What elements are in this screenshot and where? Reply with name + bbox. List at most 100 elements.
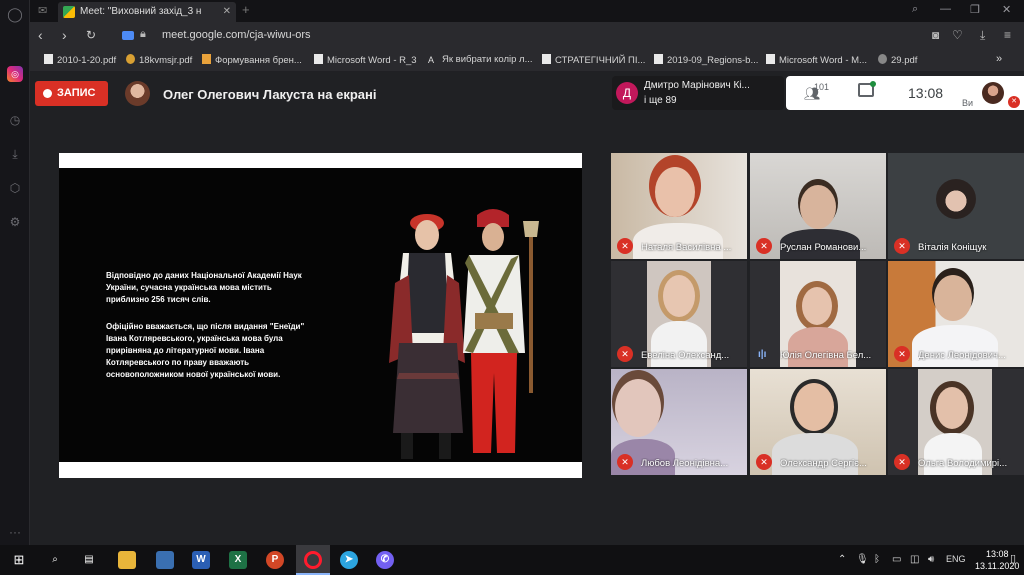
mic-off-icon: ✕	[617, 238, 633, 254]
microphone-icon[interactable]: 🎙︎	[856, 554, 869, 565]
bookmark-item[interactable]: 18kvmsjr.pdf	[126, 54, 192, 66]
folk-costume-photo	[389, 209, 539, 459]
tray-time[interactable]: 13:08	[986, 549, 1009, 559]
participant-tile[interactable]: ✕ Наталя Василівна ...	[611, 153, 747, 259]
download-arrow-icon[interactable]: ⤓	[980, 28, 985, 43]
snapshot-icon[interactable]: ◙	[932, 28, 939, 42]
search-icon[interactable]: ⌕	[46, 551, 64, 569]
pdf-file-icon	[654, 54, 663, 64]
tab-meet[interactable]: Meet: "Виховний захід_3 н ✕	[58, 2, 236, 22]
messenger-icon[interactable]: ✉	[38, 4, 47, 17]
participant-tile[interactable]: ✕ Олександр Сергіє...	[750, 369, 886, 475]
file-explorer-icon[interactable]	[118, 551, 136, 569]
participant-name: Денис Леонідович...	[918, 350, 1006, 361]
slide-paragraph: Офіційно вважається, що після видання "Е…	[106, 322, 305, 379]
shared-screen: Відповідно до даних Національної Академі…	[59, 153, 582, 478]
bookmark-item[interactable]: 2010-1-20.pdf	[44, 54, 116, 66]
chat-notification-dot	[870, 81, 876, 87]
mic-off-icon: ✕	[756, 238, 772, 254]
mic-off-icon: ✕	[617, 346, 633, 362]
opera-taskbar-button[interactable]	[296, 545, 330, 575]
search-tabs-icon[interactable]: ⌕	[912, 3, 918, 16]
pdf-file-icon	[44, 54, 53, 64]
more-icon[interactable]: ···	[7, 524, 23, 540]
participant-tile[interactable]: ı|ı Юлія Олегівна Бел...	[750, 261, 886, 367]
battery-icon[interactable]: ▭	[892, 554, 901, 565]
task-view-icon[interactable]: ▤	[80, 551, 98, 569]
settings-icon[interactable]: ⚙	[7, 214, 23, 230]
excel-icon[interactable]: X	[229, 551, 247, 569]
opera-sidebar: ◯ ◎ ◷ ⤓ ⬡ ⚙ ···	[0, 0, 30, 545]
close-window-button[interactable]: ✕	[1002, 3, 1011, 16]
self-avatar[interactable]	[982, 82, 1004, 104]
lock-icon[interactable]: 🔒︎	[140, 28, 146, 41]
bluetooth-icon[interactable]: ᛒ	[874, 554, 880, 565]
notification-icon[interactable]: ▯	[1010, 552, 1016, 565]
heart-icon[interactable]: ♡	[952, 28, 963, 42]
participant-avatar: Д	[616, 82, 638, 104]
forward-icon[interactable]: ›	[62, 27, 67, 43]
participant-tile[interactable]: ✕ Віталія Коніщук	[888, 153, 1024, 259]
language-indicator[interactable]: ENG	[946, 554, 966, 564]
opera-logo-icon[interactable]: ◯	[7, 6, 23, 22]
participant-tile[interactable]: ✕ Любов Леонідівна...	[611, 369, 747, 475]
remote-desktop-icon[interactable]	[156, 551, 174, 569]
participant-tile[interactable]: ✕ Руслан Романови...	[750, 153, 886, 259]
bookmark-item[interactable]: 29.pdf	[878, 54, 917, 66]
bookmark-item[interactable]: СТРАТЕГІЧНИЙ ПІ...	[542, 54, 645, 66]
maximize-button[interactable]: ❐	[970, 3, 980, 16]
mic-off-icon: ✕	[894, 346, 910, 362]
slide-paragraph: Відповідно до даних Національної Академі…	[106, 271, 302, 304]
menu-icon[interactable]: ≡	[1004, 28, 1011, 42]
participant-name: Ольга Володимирі...	[918, 458, 1008, 469]
mic-off-icon: ✕	[617, 454, 633, 470]
participant-name: Дмитро Марінович Кі...	[644, 80, 750, 91]
speaking-indicator-icon: ı|ı	[758, 349, 767, 360]
you-label: Ви	[962, 98, 974, 108]
bookmark-item[interactable]: 2019-09_Regions-b...	[654, 54, 758, 66]
participant-name: Евеліна Олександ...	[641, 350, 730, 361]
opera-icon	[304, 551, 322, 569]
word-icon[interactable]: W	[192, 551, 210, 569]
participants-pill[interactable]: Д Дмитро Марінович Кі... і ще 89	[612, 76, 784, 110]
meet-area: ЗАПИС Олег Олегович Лакуста на екрані Д …	[30, 72, 1024, 545]
telegram-icon[interactable]: ➤	[340, 551, 358, 569]
tray-overflow-icon[interactable]: ⌃	[838, 554, 846, 565]
reload-icon[interactable]: ↻	[86, 28, 96, 42]
mic-off-icon: ✕	[756, 454, 772, 470]
pdf-file-icon	[542, 54, 551, 64]
viber-icon[interactable]: ✆	[376, 551, 394, 569]
camera-indicator-icon[interactable]	[122, 31, 134, 40]
bookmark-item[interactable]: A Як вибрати колір л...	[428, 54, 532, 65]
bookmark-item[interactable]: Microsoft Word - M...	[766, 54, 867, 66]
mic-off-icon: ✕	[894, 238, 910, 254]
presenter-avatar	[125, 81, 150, 106]
new-tab-button[interactable]: +	[242, 2, 250, 17]
participant-tile[interactable]: ✕ Денис Леонідович...	[888, 261, 1024, 367]
bookmarks-overflow-icon[interactable]: »	[996, 53, 1002, 65]
instagram-icon[interactable]: ◎	[7, 66, 23, 82]
download-icon[interactable]: ⤓	[7, 146, 23, 162]
bookmark-item[interactable]: Формування брен...	[202, 54, 302, 66]
taskbar: ⊞ ⌕ ▤ W X P ➤ ✆ ⌃ 🎙︎ ᛒ ▭ ◫ 🔊︎ ENG 13:08 …	[0, 545, 1024, 575]
participant-name: Наталя Василівна ...	[641, 242, 732, 253]
url-input[interactable]: meet.google.com/cja-wiwu-ors	[162, 29, 311, 41]
pdf-file-icon	[314, 54, 323, 64]
powerpoint-icon[interactable]: P	[266, 551, 284, 569]
presenter-title: Олег Олегович Лакуста на екрані	[163, 87, 377, 102]
participant-name: Віталія Коніщук	[918, 242, 987, 253]
bookmark-item[interactable]: Microsoft Word - R_3	[314, 54, 417, 66]
volume-icon[interactable]: 🔊︎	[928, 554, 934, 565]
recording-button[interactable]: ЗАПИС	[35, 81, 108, 106]
windows-start-icon[interactable]: ⊞	[10, 551, 28, 569]
network-icon[interactable]: ◫	[910, 554, 919, 565]
tab-title: Meet: "Виховний захід_3 н	[80, 6, 202, 17]
history-icon[interactable]: ◷	[7, 112, 23, 128]
cube-icon[interactable]: ⬡	[7, 180, 23, 196]
back-icon[interactable]: ‹	[38, 27, 43, 43]
close-tab-icon[interactable]: ✕	[223, 2, 231, 22]
participant-tile[interactable]: ✕ Евеліна Олександ...	[611, 261, 747, 367]
minimize-button[interactable]: —	[940, 3, 951, 15]
participant-name: Любов Леонідівна...	[641, 458, 729, 469]
participant-tile[interactable]: ✕ Ольга Володимирі...	[888, 369, 1024, 475]
